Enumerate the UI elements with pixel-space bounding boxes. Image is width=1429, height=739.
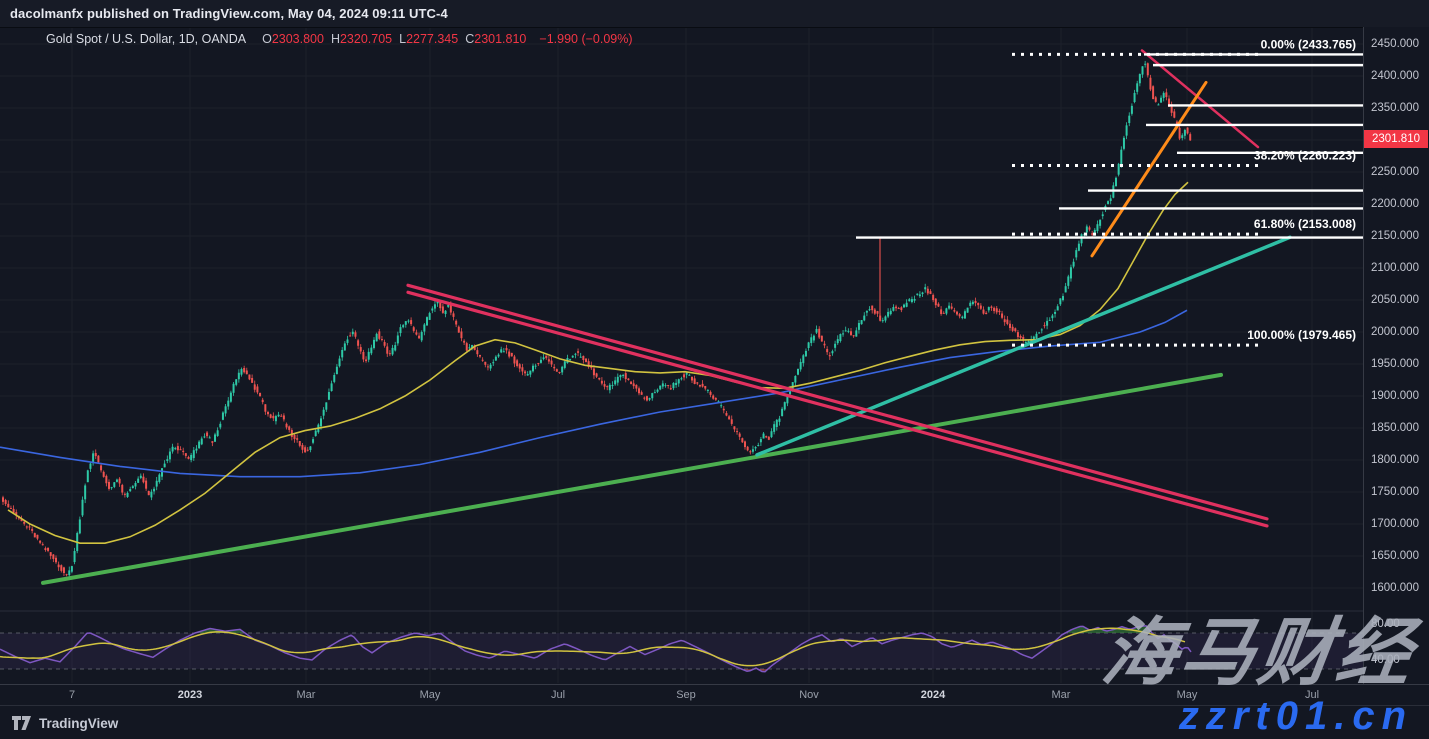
price-axis-label: 1700.000	[1371, 517, 1419, 531]
price-axis-label: 1600.000	[1371, 581, 1419, 595]
ohlc-key: C	[465, 32, 474, 46]
price-axis-label: 1650.000	[1371, 549, 1419, 563]
last-price-badge: 2301.810	[1364, 130, 1428, 148]
price-axis-label: 1900.000	[1371, 389, 1419, 403]
fib-level-label: 38.20% (2260.223)	[1254, 148, 1356, 162]
change-value: −1.990 (−0.09%)	[539, 32, 632, 46]
ohlc-value: 2277.345	[406, 32, 458, 46]
price-axis-label: 2000.000	[1371, 325, 1419, 339]
fib-level-label: 100.00% (1979.465)	[1247, 328, 1356, 342]
tradingview-chart-window: dacolmanfx published on TradingView.com,…	[0, 0, 1429, 739]
time-axis-label: Nov	[779, 689, 839, 701]
symbol-legend[interactable]: Gold Spot / U.S. Dollar, 1D, OANDA O2303…	[46, 32, 633, 46]
time-axis-label: Jul	[528, 689, 588, 701]
ohlc-key: O	[262, 32, 272, 46]
ohlc-value: 2303.800	[272, 32, 324, 46]
ohlc-key: H	[331, 32, 340, 46]
descending-channel-lower-pink[interactable]	[408, 292, 1267, 526]
ohlc-values: O2303.800H2320.705L2277.345C2301.810	[255, 32, 526, 46]
time-axis-label: Mar	[276, 689, 336, 701]
price-axis-label: 2100.000	[1371, 261, 1419, 275]
price-chart-canvas[interactable]: 0.00% (2433.765) 38.20% (2260.223) 61.80% …	[0, 27, 1363, 684]
publisher-text: dacolmanfx published on TradingView.com,…	[0, 6, 448, 21]
price-axis-label: 2150.000	[1371, 229, 1419, 243]
time-axis-label: May	[400, 689, 460, 701]
time-axis-label: 2023	[160, 689, 220, 701]
price-axis-label: 2450.000	[1371, 37, 1419, 51]
descending-channel-upper-pink[interactable]	[408, 285, 1267, 519]
time-axis-label: Mar	[1031, 689, 1091, 701]
price-axis-label: 2050.000	[1371, 293, 1419, 307]
watermark-url-text: zzrt01.cn	[1179, 694, 1413, 739]
price-axis-label: 2250.000	[1371, 165, 1419, 179]
ohlc-value: 2320.705	[340, 32, 392, 46]
publisher-bar: dacolmanfx published on TradingView.com,…	[0, 0, 1429, 28]
grid-lines	[0, 28, 1363, 683]
price-axis[interactable]: 2301.810 2450.000 2400.000 2350.000 2250.00…	[1363, 27, 1429, 684]
time-axis-label: 7	[42, 689, 102, 701]
price-axis-label: 2350.000	[1371, 101, 1419, 115]
time-axis-label: 2024	[903, 689, 963, 701]
ohlc-value: 2301.810	[474, 32, 526, 46]
price-axis-label: 1950.000	[1371, 357, 1419, 371]
price-axis-label: 2200.000	[1371, 197, 1419, 211]
tradingview-brand-text[interactable]: TradingView	[39, 716, 118, 731]
price-axis-label: 1800.000	[1371, 453, 1419, 467]
fib-level-label: 0.00% (2433.765)	[1261, 37, 1356, 51]
symbol-title: Gold Spot / U.S. Dollar, 1D, OANDA	[46, 32, 246, 46]
ascending-support-green[interactable]	[43, 375, 1221, 583]
time-axis-label: Sep	[656, 689, 716, 701]
fib-level-label: 61.80% (2153.008)	[1254, 217, 1356, 231]
trendlines	[43, 50, 1290, 582]
tradingview-logo-icon[interactable]	[12, 716, 31, 730]
watermark-cjk-text: 海马财经	[1097, 612, 1420, 693]
horizontal-rays	[856, 54, 1363, 237]
price-axis-label: 1850.000	[1371, 421, 1419, 435]
price-axis-label: 1750.000	[1371, 485, 1419, 499]
price-axis-label: 2400.000	[1371, 69, 1419, 83]
candlesticks	[2, 61, 1191, 579]
